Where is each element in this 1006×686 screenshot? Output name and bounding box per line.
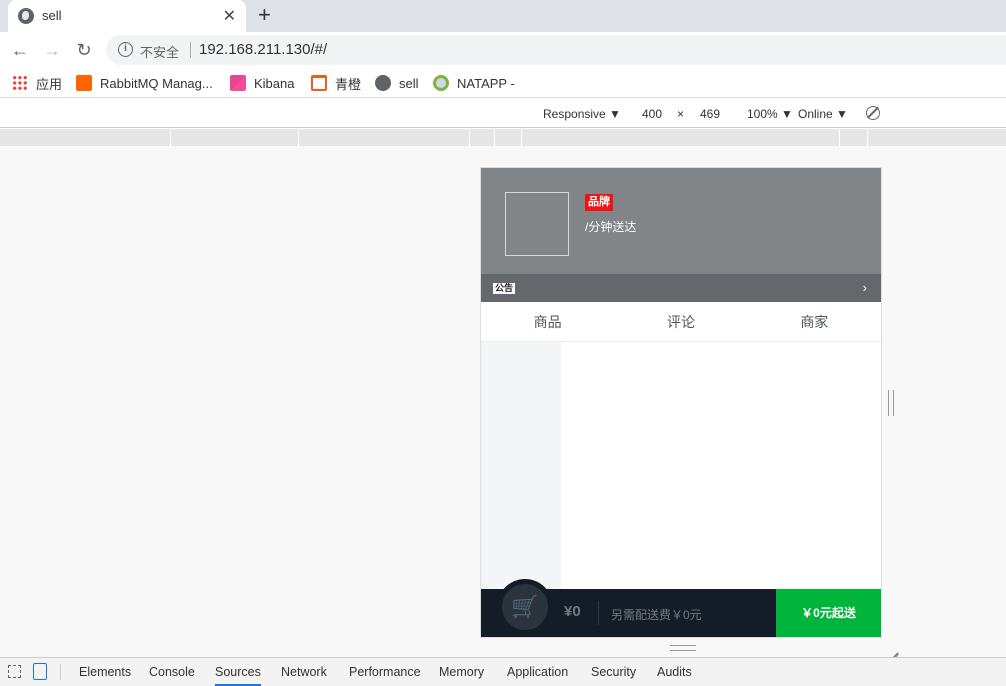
address-bar[interactable]: i 不安全 192.168.211.130/#/ (106, 35, 1006, 65)
seller-avatar (505, 192, 569, 256)
info-icon[interactable]: i (118, 42, 133, 57)
omnibox-divider (190, 42, 191, 58)
tab-goods[interactable]: 商品 (481, 302, 614, 341)
bulletin-tag: 公告 (493, 283, 516, 294)
browser-toolbar: ← → ↻ i 不安全 192.168.211.130/#/ (0, 32, 1006, 68)
devtools-tabbar: Elements Console Sources Network Perform… (0, 657, 1006, 686)
seller-header: 品牌 /分钟送达 (481, 168, 881, 274)
pay-button[interactable]: ￥0元起送 (776, 589, 881, 637)
tab-ratings[interactable]: 评论 (614, 302, 747, 341)
bookmark-label: sell (399, 75, 419, 91)
bookmark-label: Kibana (254, 75, 295, 91)
forward-arrow-icon[interactable]: → (42, 40, 62, 60)
app-tabs: 商品 评论 商家 (481, 302, 881, 342)
device-toolbar: Responsive ▼ 400 × 469 100% ▼ Online ▼ (0, 99, 1006, 128)
back-arrow-icon[interactable]: ← (10, 40, 30, 60)
devtools-tab-network[interactable]: Network (281, 665, 327, 679)
dimension-times: × (677, 107, 685, 121)
apps-icon (12, 75, 28, 91)
cart-price: ¥0 (564, 603, 581, 620)
rotate-icon[interactable] (866, 106, 880, 120)
devtools-tab-sources[interactable]: Sources (215, 665, 261, 686)
zoom-select[interactable]: 100% ▼ (747, 107, 793, 121)
media-query-ruler[interactable] (0, 129, 1006, 146)
close-tab-icon[interactable]: ✕ (223, 6, 236, 26)
security-label[interactable]: 不安全 (140, 42, 179, 61)
devtools-tab-audits[interactable]: Audits (657, 665, 692, 679)
goods-menu[interactable] (481, 342, 561, 589)
network-throttle-select[interactable]: Online ▼ (798, 107, 848, 121)
delivery-fee: 另需配送费￥0元 (611, 608, 702, 622)
toggle-device-icon[interactable] (33, 663, 47, 680)
resize-corner-handle[interactable] (884, 641, 898, 655)
resize-handle-right[interactable] (888, 390, 894, 416)
new-tab-button[interactable]: + (258, 3, 271, 27)
delivery-time: /分钟送达 (585, 220, 637, 234)
bookmark-kibana[interactable]: Kibana (230, 74, 294, 92)
bookmarks-bar: 应用 RabbitMQ Manag... Kibana 青橙 sell NATA… (0, 68, 1006, 98)
devtools-tab-application[interactable]: Application (507, 665, 568, 679)
bookmark-apps[interactable]: 应用 (12, 74, 62, 92)
inspect-element-icon[interactable] (8, 665, 21, 678)
devtools-tab-elements[interactable]: Elements (79, 665, 131, 679)
emulated-device: 品牌 /分钟送达 公告 › 商品 评论 商家 🛒 ¥0 另需配送费￥0元 ￥0元… (481, 168, 881, 637)
devtools-divider (60, 664, 61, 680)
chevron-right-icon[interactable]: › (863, 280, 867, 295)
tab-title: sell (42, 8, 62, 23)
bookmark-sell[interactable]: sell (375, 74, 419, 92)
rabbitmq-icon (76, 75, 92, 91)
bookmark-rabbitmq[interactable]: RabbitMQ Manag... (76, 74, 213, 92)
bookmark-label: NATAPP - (457, 75, 515, 91)
viewport-height-input[interactable]: 469 (700, 107, 720, 121)
browser-tab-strip: sell ✕ + (0, 0, 1006, 32)
globe-icon (375, 75, 391, 91)
qingcheng-icon (311, 75, 327, 91)
kibana-icon (230, 75, 246, 91)
devtools-tab-performance[interactable]: Performance (349, 665, 421, 679)
globe-icon (18, 8, 34, 24)
browser-tab[interactable]: sell ✕ (8, 0, 246, 32)
resize-handle-bottom[interactable] (670, 645, 696, 651)
devtools-tab-memory[interactable]: Memory (439, 665, 484, 679)
device-mode-select[interactable]: Responsive ▼ (543, 107, 621, 121)
reload-icon[interactable]: ↻ (74, 40, 94, 60)
cart-icon[interactable]: 🛒 (502, 584, 548, 630)
bulletin-bar[interactable]: 公告 › (481, 274, 881, 302)
shopcart: 🛒 ¥0 另需配送费￥0元 ￥0元起送 (481, 579, 881, 637)
bookmark-label: 青橙 (335, 76, 362, 92)
bookmark-natapp[interactable]: NATAPP - (433, 74, 515, 92)
natapp-icon (433, 75, 449, 91)
cart-divider (598, 601, 599, 625)
brand-badge: 品牌 (585, 194, 613, 211)
devtools-tab-console[interactable]: Console (149, 665, 195, 679)
bookmark-label: RabbitMQ Manag... (100, 75, 213, 91)
devtools-tab-security[interactable]: Security (591, 665, 636, 679)
viewport-width-input[interactable]: 400 (642, 107, 662, 121)
url-text[interactable]: 192.168.211.130/#/ (199, 41, 327, 58)
bookmark-label: 应用 (36, 76, 63, 92)
bookmark-qingcheng[interactable]: 青橙 (311, 74, 361, 92)
tab-seller[interactable]: 商家 (748, 302, 881, 341)
cart-logo-wrapper: 🛒 (497, 579, 553, 635)
